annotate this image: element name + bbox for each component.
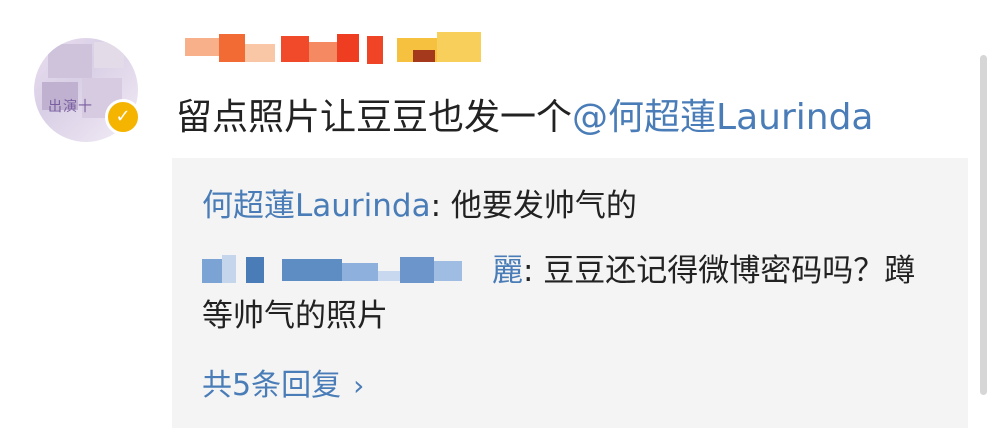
pixel-block xyxy=(185,38,219,56)
pixel-block xyxy=(222,255,236,283)
reply-text: : 他要发帅气的 xyxy=(430,188,637,224)
comment-text: 留点照片让豆豆也发一个@何超蓮Laurinda xyxy=(176,88,873,140)
pixel-block xyxy=(400,257,434,283)
pixel-block xyxy=(413,50,435,62)
verified-badge-icon: ✓ xyxy=(105,99,141,135)
reply-author[interactable]: 何超蓮Laurinda xyxy=(202,188,431,224)
scrollbar[interactable] xyxy=(980,55,987,395)
reply-author-suffix[interactable]: 麗 xyxy=(492,253,523,289)
username-pixelated[interactable] xyxy=(185,32,485,70)
avatar-pixel xyxy=(94,42,124,68)
pixel-block xyxy=(202,259,222,283)
pixel-block xyxy=(337,34,359,62)
chevron-right-icon: › xyxy=(353,369,365,402)
avatar-pixel xyxy=(48,44,92,78)
pixel-block xyxy=(342,263,378,281)
more-replies-label: 共5条回复 xyxy=(202,368,342,403)
pixel-block xyxy=(281,36,309,62)
reply-item[interactable]: 麗: 豆豆还记得微博密码吗？蹲等帅气的照片 xyxy=(202,249,942,339)
reply-author-pixelated[interactable] xyxy=(202,253,492,285)
mention-link[interactable]: @何超蓮Laurinda xyxy=(572,97,873,138)
replies-panel[interactable]: 何超蓮Laurinda: 他要发帅气的 麗: 豆豆还记得微博密码吗？蹲等帅气的照… xyxy=(172,158,968,428)
comment-body: 留点照片让豆豆也发一个 xyxy=(176,97,573,138)
pixel-block xyxy=(437,32,481,62)
pixel-block xyxy=(219,34,245,62)
pixel-block xyxy=(434,261,462,281)
pixel-block xyxy=(378,271,400,281)
pixel-block xyxy=(282,259,342,281)
pixel-block xyxy=(367,36,383,64)
pixel-block xyxy=(246,257,264,283)
reply-item[interactable]: 何超蓮Laurinda: 他要发帅气的 xyxy=(202,184,637,229)
more-replies-link[interactable]: 共5条回复 › xyxy=(202,360,364,404)
pixel-block xyxy=(309,42,337,62)
pixel-block xyxy=(245,44,275,62)
avatar-caption: 出演十 xyxy=(48,99,93,115)
